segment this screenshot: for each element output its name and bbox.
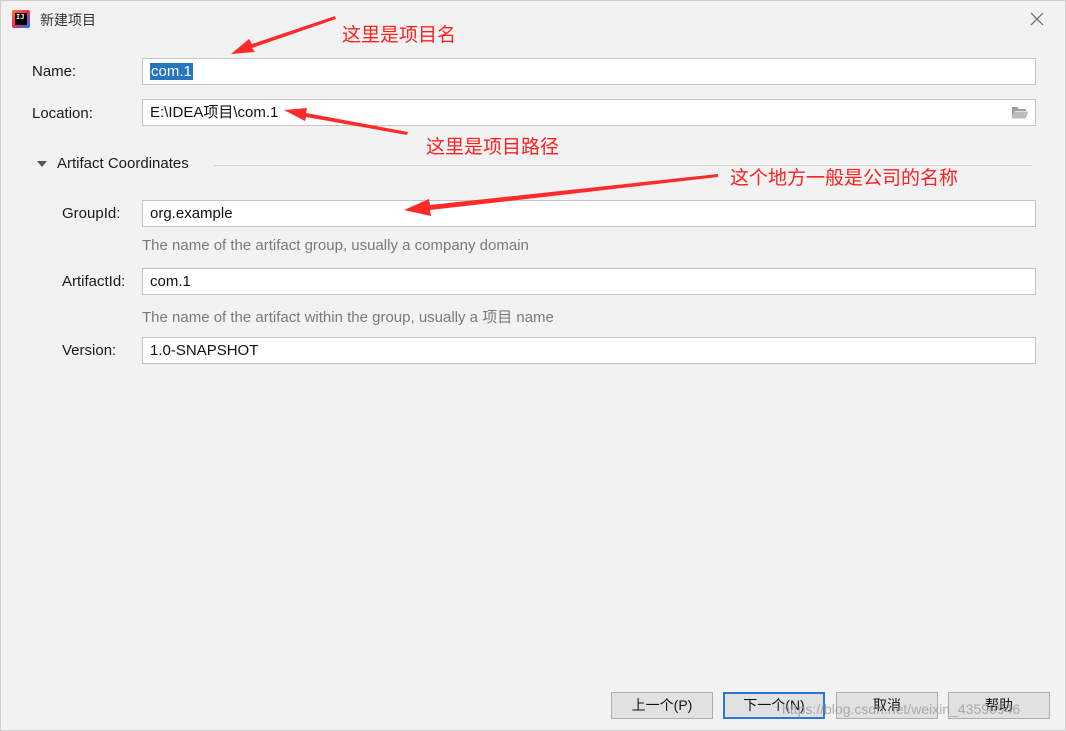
artifact-coordinates-toggle[interactable]: Artifact Coordinates xyxy=(37,155,189,172)
name-input-value: com.1 xyxy=(150,63,193,80)
group-id-input-value: org.example xyxy=(150,205,233,222)
annotation-company-name: 这个地方一般是公司的名称 xyxy=(730,168,959,189)
section-title: Artifact Coordinates xyxy=(57,155,189,172)
triangle-down-icon xyxy=(37,160,47,167)
title-bar: IJ 新建项目 xyxy=(1,1,1065,37)
location-input-value: E:\IDEA项目\com.1 xyxy=(150,104,279,121)
annotation-project-path: 这里是项目路径 xyxy=(426,137,560,158)
group-id-label: GroupId: xyxy=(62,205,121,222)
group-id-hint: The name of the artifact group, usually … xyxy=(142,237,529,254)
previous-button[interactable]: 上一个(P) xyxy=(611,692,713,719)
artifact-id-hint: The name of the artifact within the grou… xyxy=(142,309,554,326)
artifact-id-input[interactable]: com.1 xyxy=(142,268,1036,295)
new-project-dialog: IJ 新建项目 Name: com.1 Location: E:\IDEA项目\… xyxy=(0,0,1066,731)
watermark: https://blog.csdn.net/weixin_43590946 xyxy=(782,701,1021,717)
close-button[interactable] xyxy=(1027,9,1047,29)
location-label: Location: xyxy=(32,105,93,122)
version-input-value: 1.0-SNAPSHOT xyxy=(150,342,259,359)
location-input[interactable]: E:\IDEA项目\com.1 xyxy=(142,99,1036,126)
group-id-input[interactable]: org.example xyxy=(142,200,1036,227)
version-label: Version: xyxy=(62,342,117,359)
close-icon xyxy=(1030,12,1044,26)
version-input[interactable]: 1.0-SNAPSHOT xyxy=(142,337,1036,364)
intellij-idea-icon: IJ xyxy=(12,10,30,28)
window-title: 新建项目 xyxy=(40,12,96,28)
annotation-project-name: 这里是项目名 xyxy=(342,25,457,46)
name-label: Name: xyxy=(32,63,77,80)
folder-open-icon[interactable] xyxy=(1011,105,1029,120)
artifact-id-input-value: com.1 xyxy=(150,273,191,290)
name-input[interactable]: com.1 xyxy=(142,58,1036,85)
artifact-id-label: ArtifactId: xyxy=(62,273,126,290)
